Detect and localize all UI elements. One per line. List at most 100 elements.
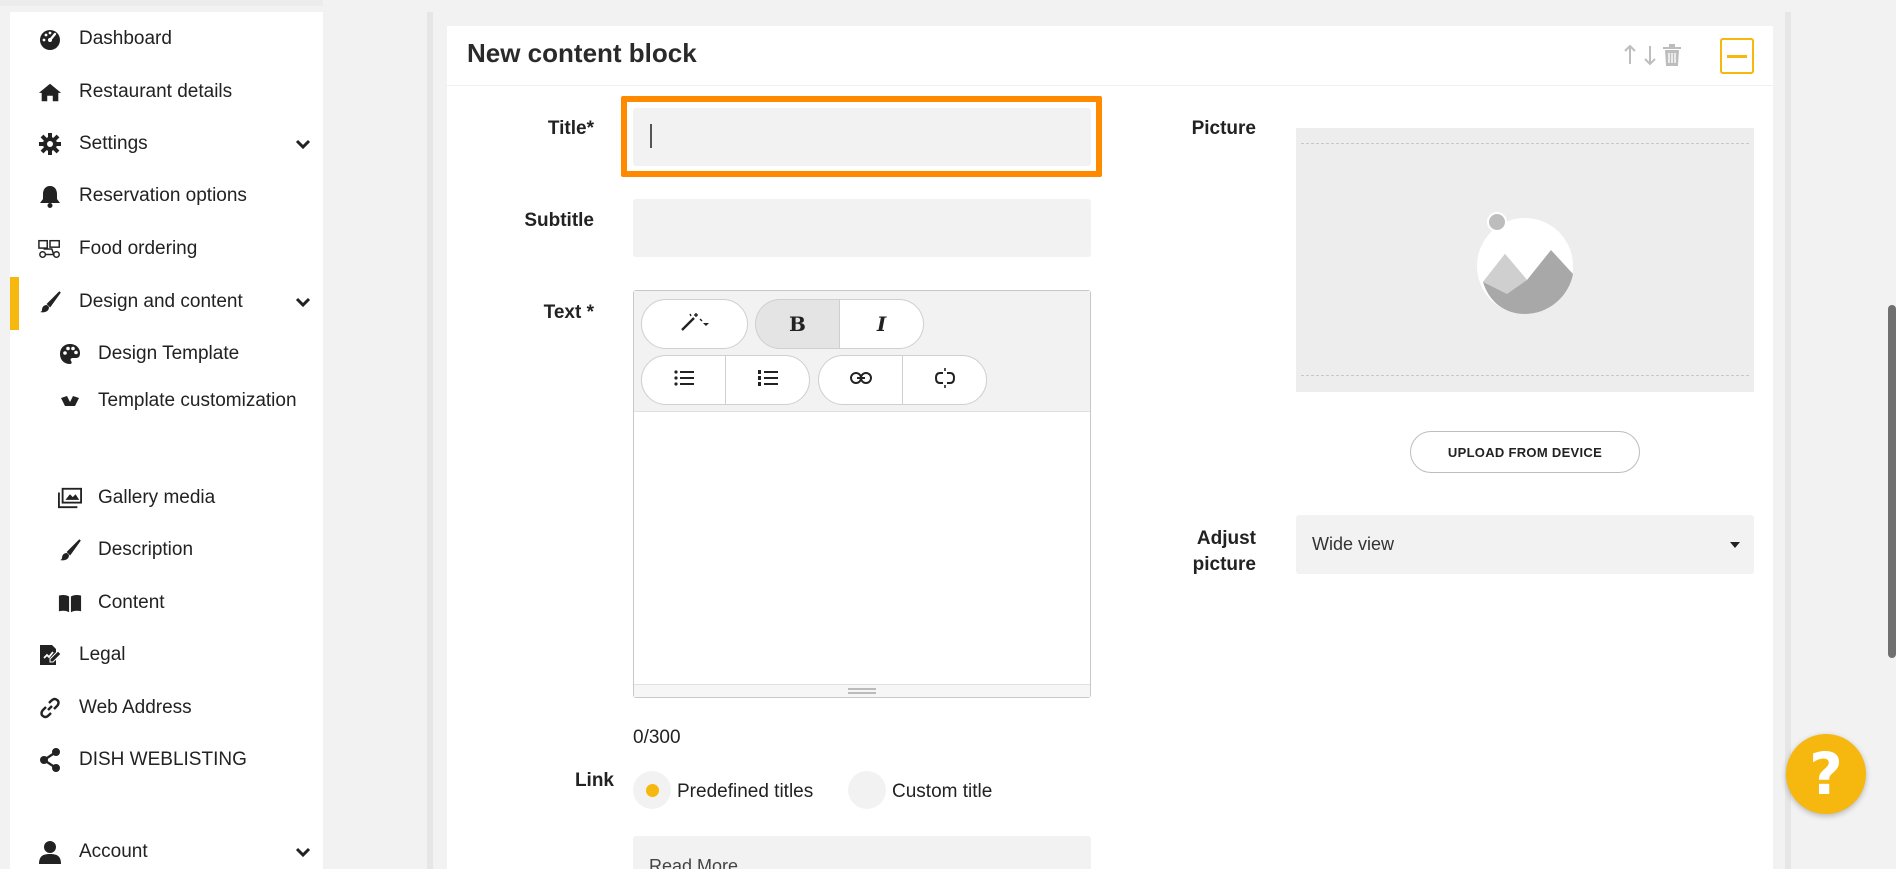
sidebar-item-label: Design Template [98,343,240,364]
adjust-picture-select[interactable]: Wide view [1296,515,1754,574]
move-up-icon[interactable] [1622,44,1638,71]
question-mark-icon: ? [1809,740,1843,808]
format-group: B I [755,299,924,349]
radio-predefined-titles[interactable] [633,771,671,809]
collapse-button[interactable] [1720,38,1754,74]
ordered-list-button[interactable] [725,355,810,405]
legal-document-icon [38,643,62,667]
italic-icon: I [876,312,887,336]
editor-text-area[interactable] [634,412,1090,685]
grip-line [848,688,876,690]
picture-dropzone[interactable] [1296,128,1754,392]
link-group [818,355,987,405]
adjust-label-line2: picture [1192,554,1256,575]
subtitle-input[interactable] [633,199,1091,257]
gallery-icon [58,486,82,510]
paintbrush-icon [38,290,62,314]
dashed-border-top [1301,143,1749,144]
sidebar-item-account[interactable]: Account [10,832,323,869]
radio-selected-dot [646,784,659,797]
text-label: Text * [543,302,594,323]
block-actions [1622,44,1682,71]
radio-label-custom: Custom title [892,781,993,802]
insert-link-button[interactable] [818,355,903,405]
sidebar-item-design-and-content[interactable]: Design and content [10,282,323,322]
magic-style-button[interactable] [641,299,748,349]
sidebar-item-legal[interactable]: Legal [10,635,323,675]
content-block-title: New content block [467,38,697,68]
magic-wand-icon [680,312,710,337]
title-label: Title* [547,118,594,139]
palette-icon [58,342,82,366]
sidebar: Dashboard Restaurant details Settings Re… [10,12,323,869]
dashboard-gauge-icon [38,27,62,51]
unlink-icon [934,367,956,394]
sidebar-item-label: DISH WEBLISTING [79,749,247,770]
sidebar-item-dish-weblisting[interactable]: DISH WEBLISTING [10,740,323,780]
sidebar-item-label: Food ordering [79,238,198,259]
sidebar-item-label: Content [98,592,165,613]
trash-icon[interactable] [1662,44,1682,71]
unlink-button[interactable] [902,355,987,405]
link-icon [38,696,62,720]
sidebar-item-dashboard[interactable]: Dashboard [10,19,323,59]
sidebar-item-label: Gallery media [98,487,216,508]
caret-down-icon [1730,541,1740,548]
link-title-select[interactable]: Read More [633,836,1091,869]
bold-icon: B [789,312,806,336]
sidebar-item-label: Design and content [79,291,243,312]
sidebar-item-gallery-media[interactable]: Gallery media [10,478,323,518]
delivery-scooter-icon [38,237,62,261]
numbered-list-icon [757,369,778,391]
italic-button[interactable]: I [839,299,924,349]
sidebar-item-description[interactable]: Description [10,530,323,570]
sidebar-item-label: Dashboard [79,28,172,49]
editor-toolbar: B I [634,291,1090,412]
rich-text-editor: B I [633,290,1091,698]
adjust-picture-label: Adjust picture [1160,526,1256,578]
editor-resize-handle[interactable] [634,684,1090,697]
help-button[interactable]: ? [1786,734,1866,814]
chevron-down-icon[interactable] [292,291,314,313]
move-down-icon[interactable] [1642,44,1658,71]
radio-custom-title[interactable] [848,771,886,809]
adjust-picture-value: Wide view [1312,534,1395,554]
text-cursor [650,124,652,148]
sidebar-item-label: Account [79,841,148,862]
unordered-list-button[interactable] [641,355,726,405]
link-icon [849,371,872,390]
title-input[interactable] [633,108,1091,166]
link-title-select-value: Read More [649,856,739,869]
sidebar-item-label: Web Address [79,697,192,718]
chevron-down-icon[interactable] [292,133,314,155]
radio-label-predefined: Predefined titles [677,781,814,802]
sidebar-item-label: Description [98,539,194,560]
picture-label: Picture [1191,118,1256,139]
sidebar-item-template-customization[interactable]: Template customization [10,386,323,442]
sidebar-item-design-template[interactable]: Design Template [10,334,323,374]
bell-icon [38,184,62,208]
minus-icon [1727,54,1747,58]
content-right-rail [1785,12,1791,869]
content-left-rail [427,12,433,869]
bold-button[interactable]: B [755,299,840,349]
sidebar-item-content[interactable]: Content [10,583,323,623]
user-icon [38,840,62,864]
sidebar-item-settings[interactable]: Settings [10,124,323,164]
chevron-down-icon[interactable] [292,841,314,863]
grip-line [848,692,876,694]
sidebar-item-reservation-options[interactable]: Reservation options [10,176,323,216]
sidebar-item-food-ordering[interactable]: Food ordering [10,229,323,269]
image-placeholder-icon [1473,210,1577,319]
sidebar-item-label: Settings [79,133,148,154]
character-counter: 0/300 [633,727,681,748]
home-icon [38,80,62,104]
upload-from-device-button[interactable]: UPLOAD FROM DEVICE [1410,431,1640,473]
adjust-label-line1: Adjust [1196,528,1256,549]
book-icon [58,591,82,615]
sidebar-item-web-address[interactable]: Web Address [10,688,323,728]
share-icon [38,748,62,772]
scrollbar-thumb[interactable] [1888,305,1896,658]
dashed-border-bottom [1301,375,1749,376]
sidebar-item-restaurant-details[interactable]: Restaurant details [10,72,323,112]
